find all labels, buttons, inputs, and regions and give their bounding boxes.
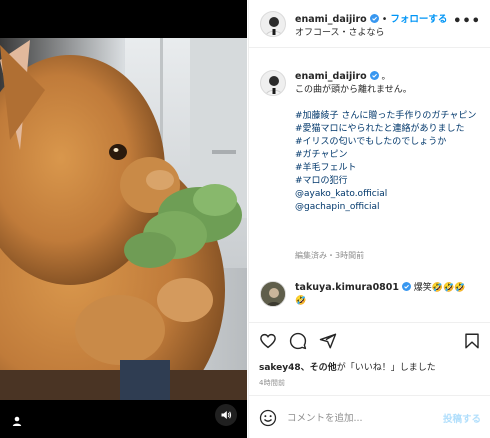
header-separator: • [381,14,388,25]
verified-badge-icon [369,71,379,80]
avatar[interactable] [260,11,286,37]
tagged-users-icon[interactable] [6,410,28,432]
header-username[interactable]: enami_daijiro [295,14,367,25]
heart-icon[interactable] [259,332,277,350]
post-caption: enami_daijiro 。 この曲が頭から離れません。 #加藤綾子 さんに贈… [295,70,485,214]
post-header: enami_daijiro • フォローする オフコース・さよなら ••• [249,0,490,48]
post-details-panel: enami_daijiro • フォローする オフコース・さよなら ••• en… [248,0,490,438]
likes-summary[interactable]: sakey48、その他が「いいね！」しました [259,360,436,373]
comments-area: enami_daijiro 。 この曲が頭から離れません。 #加藤綾子 さんに贈… [249,49,490,322]
smile-icon[interactable] [259,409,277,427]
cat-with-felt-doll-image [0,38,247,438]
caption-username[interactable]: enami_daijiro [295,71,367,82]
comment-text-continued: 🤣 [295,296,307,306]
header-subtitle[interactable]: オフコース・さよなら [295,25,385,38]
more-horizontal-icon[interactable]: ••• [453,14,481,29]
caption-avatar[interactable] [260,70,286,96]
caption-punct: 。 [381,72,391,82]
post-button[interactable]: 投稿する [443,411,481,425]
likes-others[interactable]: 、その他 [301,363,337,373]
caption-text: この曲が頭から離れません。 [295,85,412,95]
follow-button[interactable]: フォローする [390,14,447,25]
likes-suffix: が「いいね！」しました [336,363,436,373]
hashtag-link[interactable]: #マロの犯行 [295,175,485,188]
comment-icon[interactable] [289,332,307,350]
hashtag-link[interactable]: #加藤綾子 さんに贈った手作りのガチャピン [295,110,485,123]
comment-item: takuya.kimura0801 爆笑🤣🤣🤣 🤣 [295,281,475,308]
hashtag-link[interactable]: #羊毛フェルト [295,162,485,175]
header-title-row: enami_daijiro • フォローする [295,11,447,25]
hashtag-link[interactable]: #イリスの匂いでもしたのでしょうか [295,136,485,149]
comment-input[interactable] [287,408,437,428]
mention-link[interactable]: @gachapin_official [295,201,485,214]
liker-username[interactable]: sakey48 [259,363,301,373]
bookmark-icon[interactable] [463,332,481,350]
action-bar [249,322,490,360]
verified-badge-icon [369,14,379,23]
verified-badge-icon [401,282,411,291]
sound-icon[interactable] [215,404,237,426]
post-timestamp[interactable]: 4時間前 [259,378,285,388]
post-video[interactable] [0,0,247,438]
comment-avatar[interactable] [260,281,286,307]
comment-form: 投稿する [249,395,490,438]
hashtag-link[interactable]: #ガチャピン [295,149,485,162]
mention-link[interactable]: @ayako_kato.official [295,188,485,201]
comment-text: 爆笑🤣🤣🤣 [413,283,466,293]
hashtag-link[interactable]: #愛猫マロにやられたと連絡がありました [295,123,485,136]
comment-username[interactable]: takuya.kimura0801 [295,282,399,293]
caption-meta: 編集済み・3時間前 [295,251,365,260]
paper-plane-icon[interactable] [319,332,337,350]
